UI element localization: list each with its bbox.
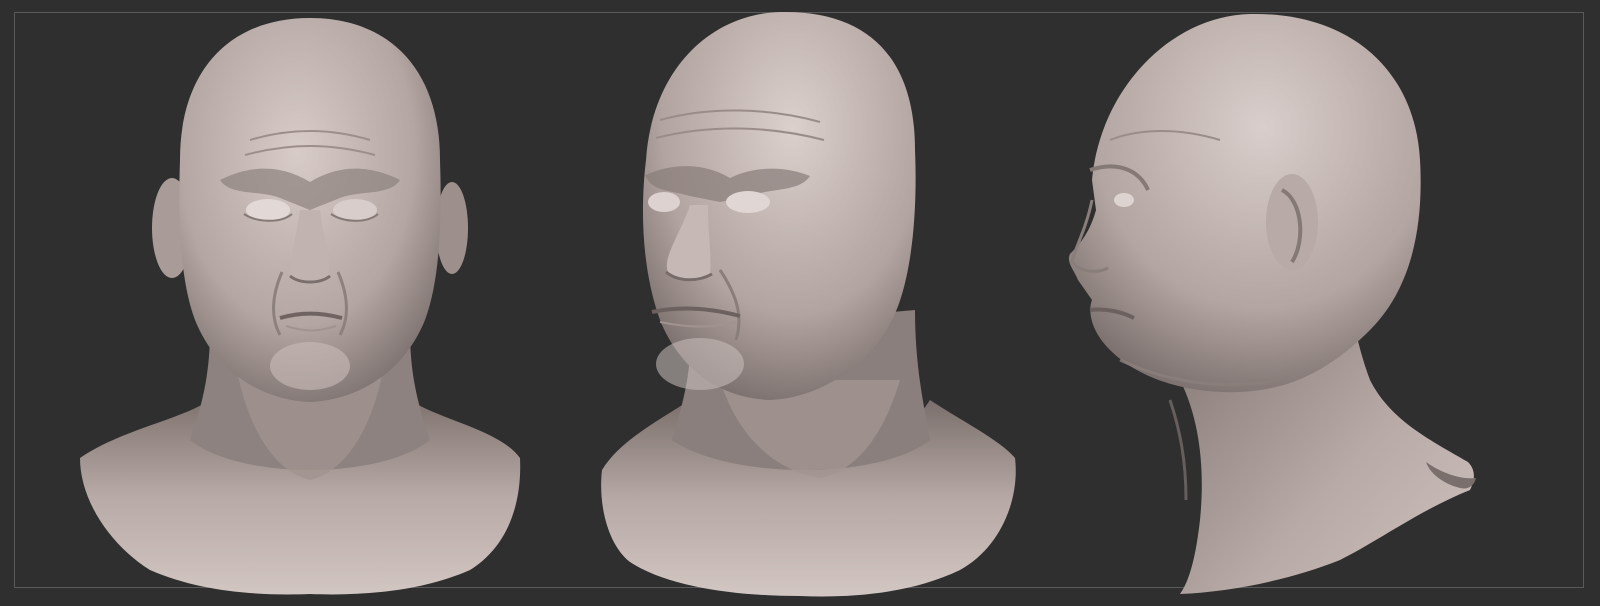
- sculpt-bust-three-quarter-icon: [601, 11, 1016, 597]
- bust-three-quarter-view: [580, 0, 1060, 606]
- sculpt-bust-front-icon: [80, 18, 521, 595]
- bust-profile-view: [1030, 0, 1510, 606]
- render-viewport: [0, 0, 1600, 606]
- bust-front-view: [60, 0, 560, 606]
- sculpt-bust-profile-icon: [1068, 13, 1476, 594]
